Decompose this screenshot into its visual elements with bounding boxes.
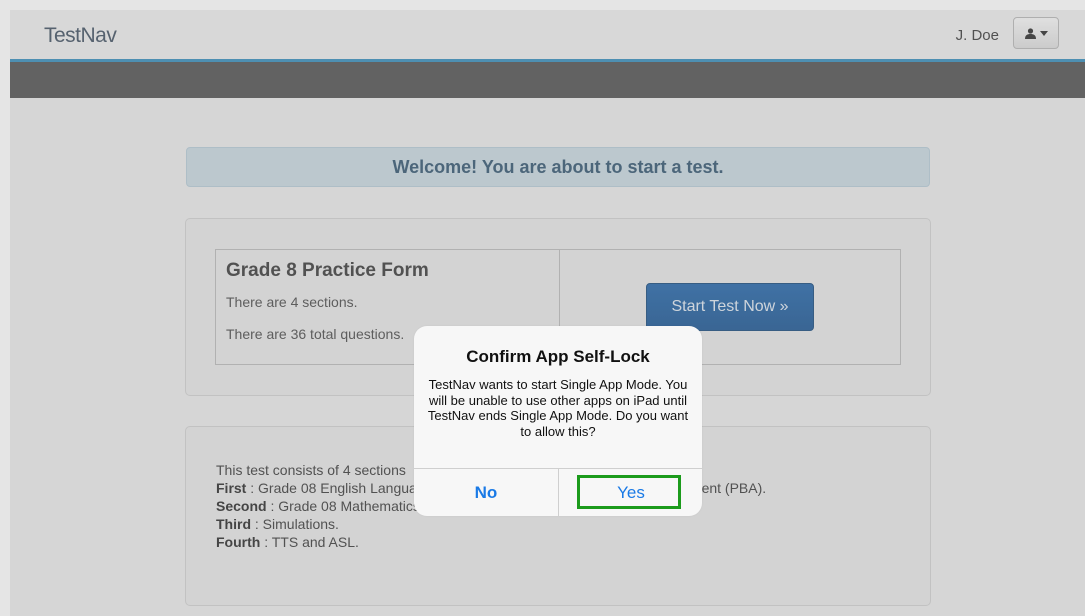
modal-backdrop xyxy=(0,0,1085,616)
screen: TestNav J. Doe Welcome! You are about to… xyxy=(0,0,1085,616)
dialog-message: TestNav wants to start Single App Mode. … xyxy=(427,377,689,439)
yes-button-highlight xyxy=(577,475,681,509)
dialog-no-button[interactable]: No xyxy=(414,469,558,516)
dialog-title: Confirm App Self-Lock xyxy=(466,347,650,366)
